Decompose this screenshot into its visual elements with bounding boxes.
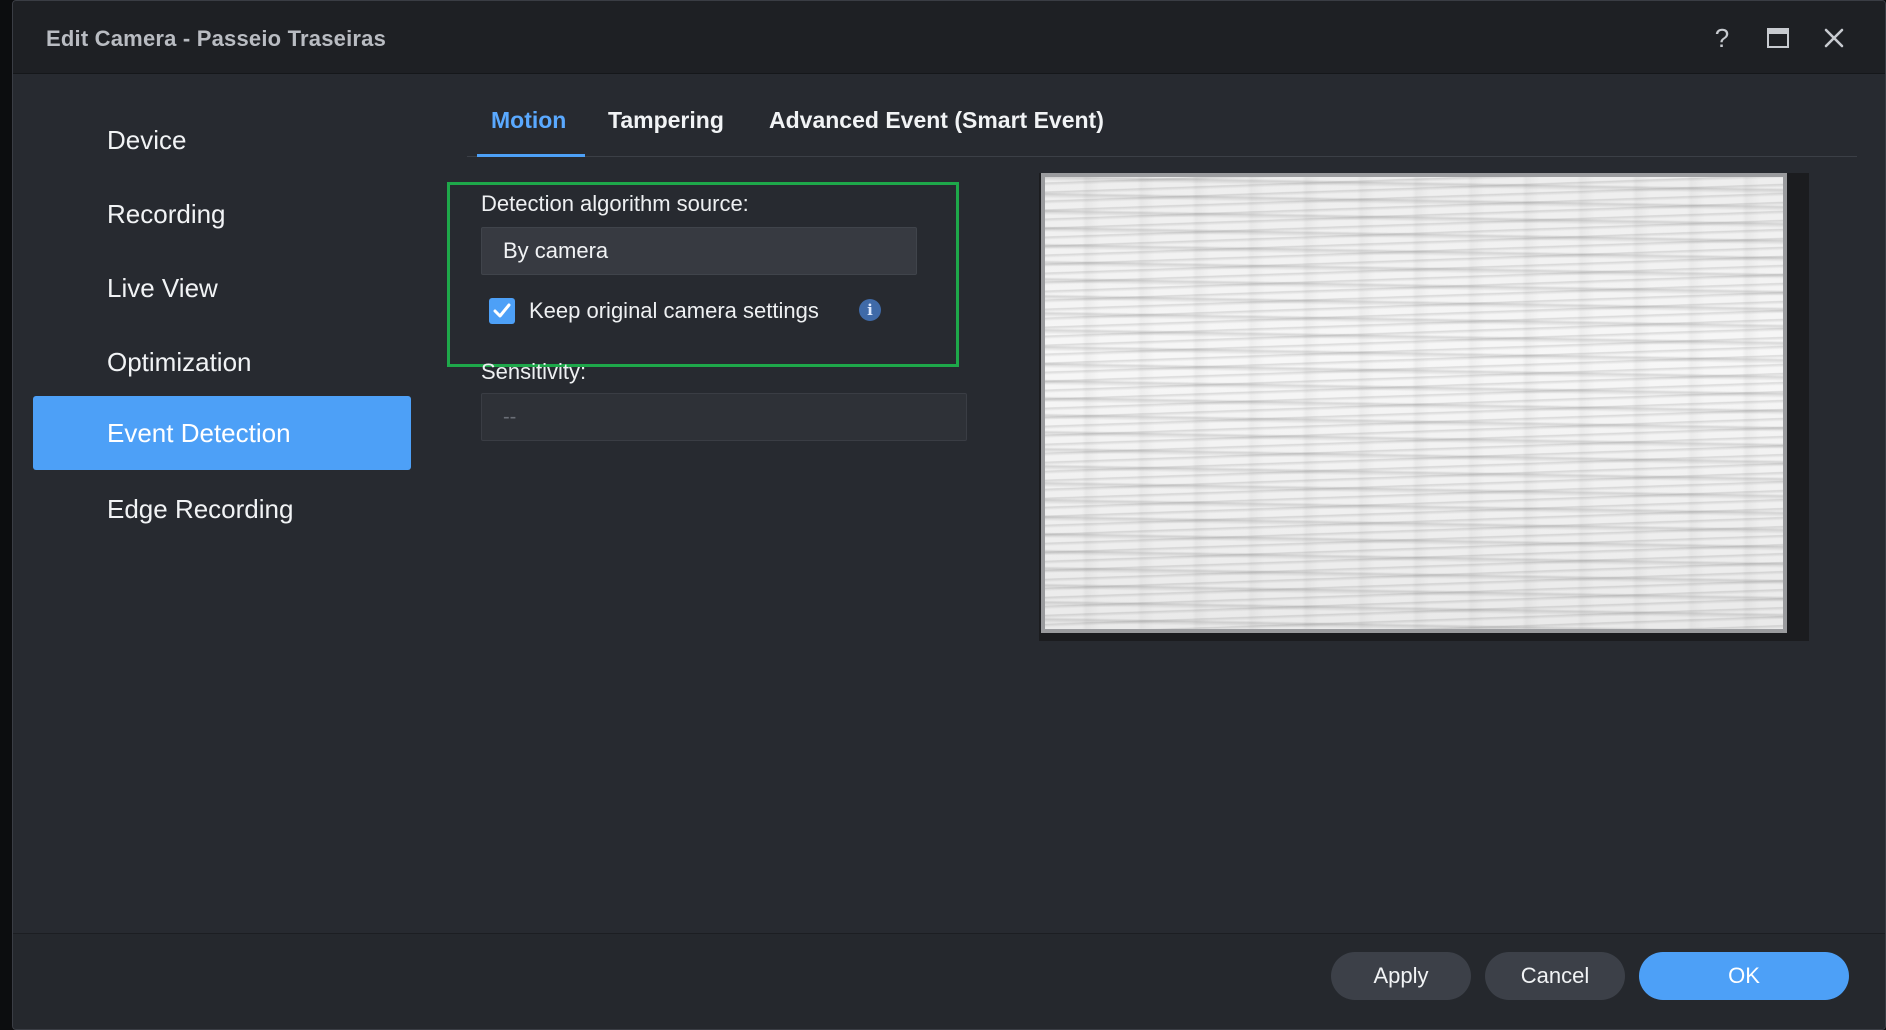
info-icon[interactable]: i: [859, 299, 881, 321]
apply-button[interactable]: Apply: [1331, 952, 1471, 1000]
ok-button[interactable]: OK: [1639, 952, 1849, 1000]
help-icon[interactable]: ?: [1705, 21, 1739, 55]
detection-source-select[interactable]: By camera: [481, 227, 917, 275]
camera-preview-image: [1041, 173, 1787, 633]
keep-original-checkbox[interactable]: [489, 298, 515, 324]
sidebar-item-recording[interactable]: Recording: [33, 177, 411, 251]
tab-bar: Motion Tampering Advanced Event (Smart E…: [467, 75, 1857, 157]
sidebar-item-edge-recording[interactable]: Edge Recording: [33, 472, 411, 546]
edit-camera-dialog: Edit Camera - Passeio Traseiras ? Device…: [12, 0, 1886, 1030]
title-bar: Edit Camera - Passeio Traseiras ?: [13, 1, 1885, 74]
tab-advanced-event[interactable]: Advanced Event (Smart Event): [769, 107, 1104, 134]
detection-source-label: Detection algorithm source:: [481, 191, 749, 216]
close-icon[interactable]: [1817, 21, 1851, 55]
footer: Apply Cancel OK: [13, 933, 1885, 1029]
tab-motion[interactable]: Motion: [491, 107, 566, 134]
dialog-title: Edit Camera - Passeio Traseiras: [46, 26, 387, 51]
sidebar-item-optimization[interactable]: Optimization: [33, 325, 411, 399]
sidebar-item-device[interactable]: Device: [33, 103, 411, 177]
sidebar: Device Recording Live View Optimization …: [13, 75, 423, 935]
checkmark-icon: [493, 303, 511, 318]
sensitivity-label: Sensitivity:: [481, 359, 587, 384]
sidebar-item-event-detection[interactable]: Event Detection: [33, 396, 411, 470]
keep-original-label: Keep original camera settings: [529, 298, 819, 323]
tab-tampering[interactable]: Tampering: [608, 107, 724, 134]
maximize-icon[interactable]: [1761, 21, 1795, 55]
sensitivity-input: --: [481, 393, 967, 441]
active-tab-indicator: [477, 154, 585, 157]
cancel-button[interactable]: Cancel: [1485, 952, 1625, 1000]
sidebar-item-live-view[interactable]: Live View: [33, 251, 411, 325]
